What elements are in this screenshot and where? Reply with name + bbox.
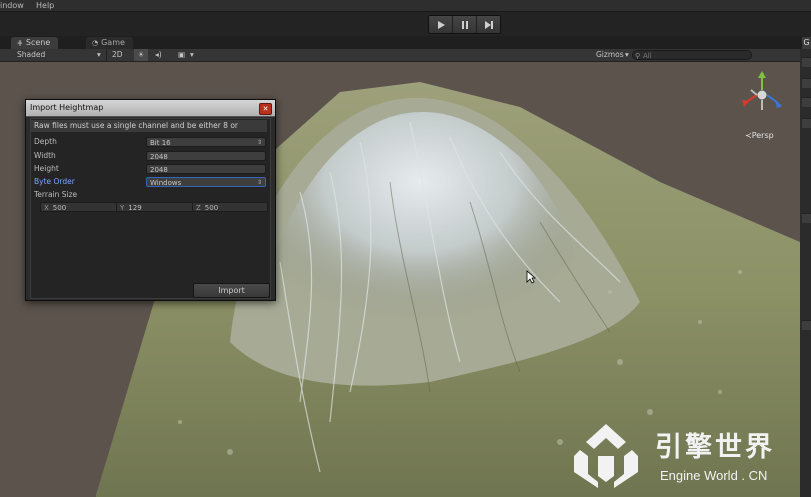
search-placeholder: All xyxy=(643,52,652,60)
right-panel-row[interactable] xyxy=(802,118,811,128)
z-value: 500 xyxy=(204,204,219,212)
dialog-title: Import Heightmap xyxy=(30,103,104,112)
byte-order-dropdown[interactable]: Windows ⇕ xyxy=(146,177,266,187)
tab-scene[interactable]: ⋕ Scene xyxy=(11,37,59,49)
engine-world-logo xyxy=(574,424,638,488)
terrain-size-z-field[interactable]: Z 500 xyxy=(192,202,268,212)
audio-toggle-icon[interactable]: ◂) xyxy=(155,49,162,61)
pause-button[interactable] xyxy=(453,16,477,33)
right-panel-row[interactable] xyxy=(802,78,811,88)
right-panel-row[interactable] xyxy=(802,320,811,330)
byte-order-value: Windows xyxy=(150,179,182,187)
effects-dropdown-icon[interactable]: ▾ xyxy=(190,49,194,61)
terrain-size-x-field[interactable]: X 500 xyxy=(40,202,118,212)
play-button[interactable] xyxy=(429,16,453,33)
y-value: 129 xyxy=(128,204,142,212)
import-button[interactable]: Import xyxy=(193,283,270,298)
terrain-size-y-field[interactable]: Y 129 xyxy=(116,202,194,212)
play-controls xyxy=(428,15,501,34)
search-icon: ⚲ xyxy=(635,52,641,60)
chevron-updown-icon: ⇕ xyxy=(256,179,262,186)
chevron-down-icon: ▾ xyxy=(625,50,629,59)
tab-right-panel[interactable]: G xyxy=(802,37,811,49)
y-label: Y xyxy=(120,204,125,212)
depth-label: Depth xyxy=(34,137,57,146)
shading-mode-dropdown[interactable]: Shaded xyxy=(17,49,45,61)
chevron-down-icon: ▾ xyxy=(97,50,101,59)
close-icon: ✕ xyxy=(262,105,269,113)
lighting-toggle-icon[interactable]: ☀ xyxy=(134,49,148,61)
step-button[interactable] xyxy=(477,16,500,33)
right-panel-strip xyxy=(800,49,811,497)
dialog-titlebar[interactable]: Import Heightmap ✕ xyxy=(26,100,275,117)
width-label: Width xyxy=(34,151,56,160)
right-panel-row[interactable] xyxy=(802,97,811,107)
orientation-gizmo-icon[interactable] xyxy=(739,70,785,116)
close-button[interactable]: ✕ xyxy=(259,103,272,115)
mouse-cursor-icon xyxy=(526,270,536,284)
scene-icon: ⋕ xyxy=(17,39,23,47)
projection-text: Persp xyxy=(751,131,774,140)
tab-game[interactable]: ◔ Game xyxy=(86,37,133,49)
separator xyxy=(106,49,107,61)
x-value: 500 xyxy=(52,204,67,212)
pacman-icon: ◔ xyxy=(92,39,99,47)
tab-game-label: Game xyxy=(101,38,125,47)
menu-window[interactable]: indow xyxy=(0,0,24,11)
tab-scene-label: Scene xyxy=(25,38,51,47)
chevron-left-icon: ≺ xyxy=(745,131,752,140)
projection-label[interactable]: ≺Persp xyxy=(745,131,774,140)
step-icon xyxy=(484,20,493,29)
x-label: X xyxy=(44,204,49,212)
toggle-2d-button[interactable]: 2D xyxy=(112,49,123,61)
byte-order-label: Byte Order xyxy=(34,177,75,186)
chevron-updown-icon: ⇕ xyxy=(256,139,262,146)
right-panel-row[interactable] xyxy=(802,57,811,67)
height-field[interactable]: 2048 xyxy=(146,164,266,174)
right-panel-row[interactable] xyxy=(802,213,811,223)
depth-value: Bit 16 xyxy=(150,139,171,147)
terrain-size-label: Terrain Size xyxy=(34,190,78,199)
pause-icon xyxy=(461,20,468,29)
effects-toggle-icon[interactable]: ▣ xyxy=(178,49,185,61)
main-toolbar xyxy=(0,12,811,36)
scene-search-input[interactable]: ⚲ All xyxy=(632,50,752,60)
z-label: Z xyxy=(196,204,201,212)
menu-help[interactable]: Help xyxy=(36,0,54,11)
watermark-title: 引擎世界 xyxy=(655,432,775,463)
menubar: indow Help xyxy=(0,0,811,12)
play-icon xyxy=(437,20,445,29)
dialog-message: Raw files must use a single channel and … xyxy=(30,120,267,132)
import-heightmap-dialog: Import Heightmap ✕ Raw files must use a … xyxy=(25,99,276,301)
watermark-url: Engine World . CN xyxy=(660,468,768,483)
gizmos-dropdown[interactable]: Gizmos xyxy=(596,49,624,61)
depth-dropdown[interactable]: Bit 16 ⇕ xyxy=(146,137,266,147)
height-label: Height xyxy=(34,164,59,173)
width-field[interactable]: 2048 xyxy=(146,151,266,161)
